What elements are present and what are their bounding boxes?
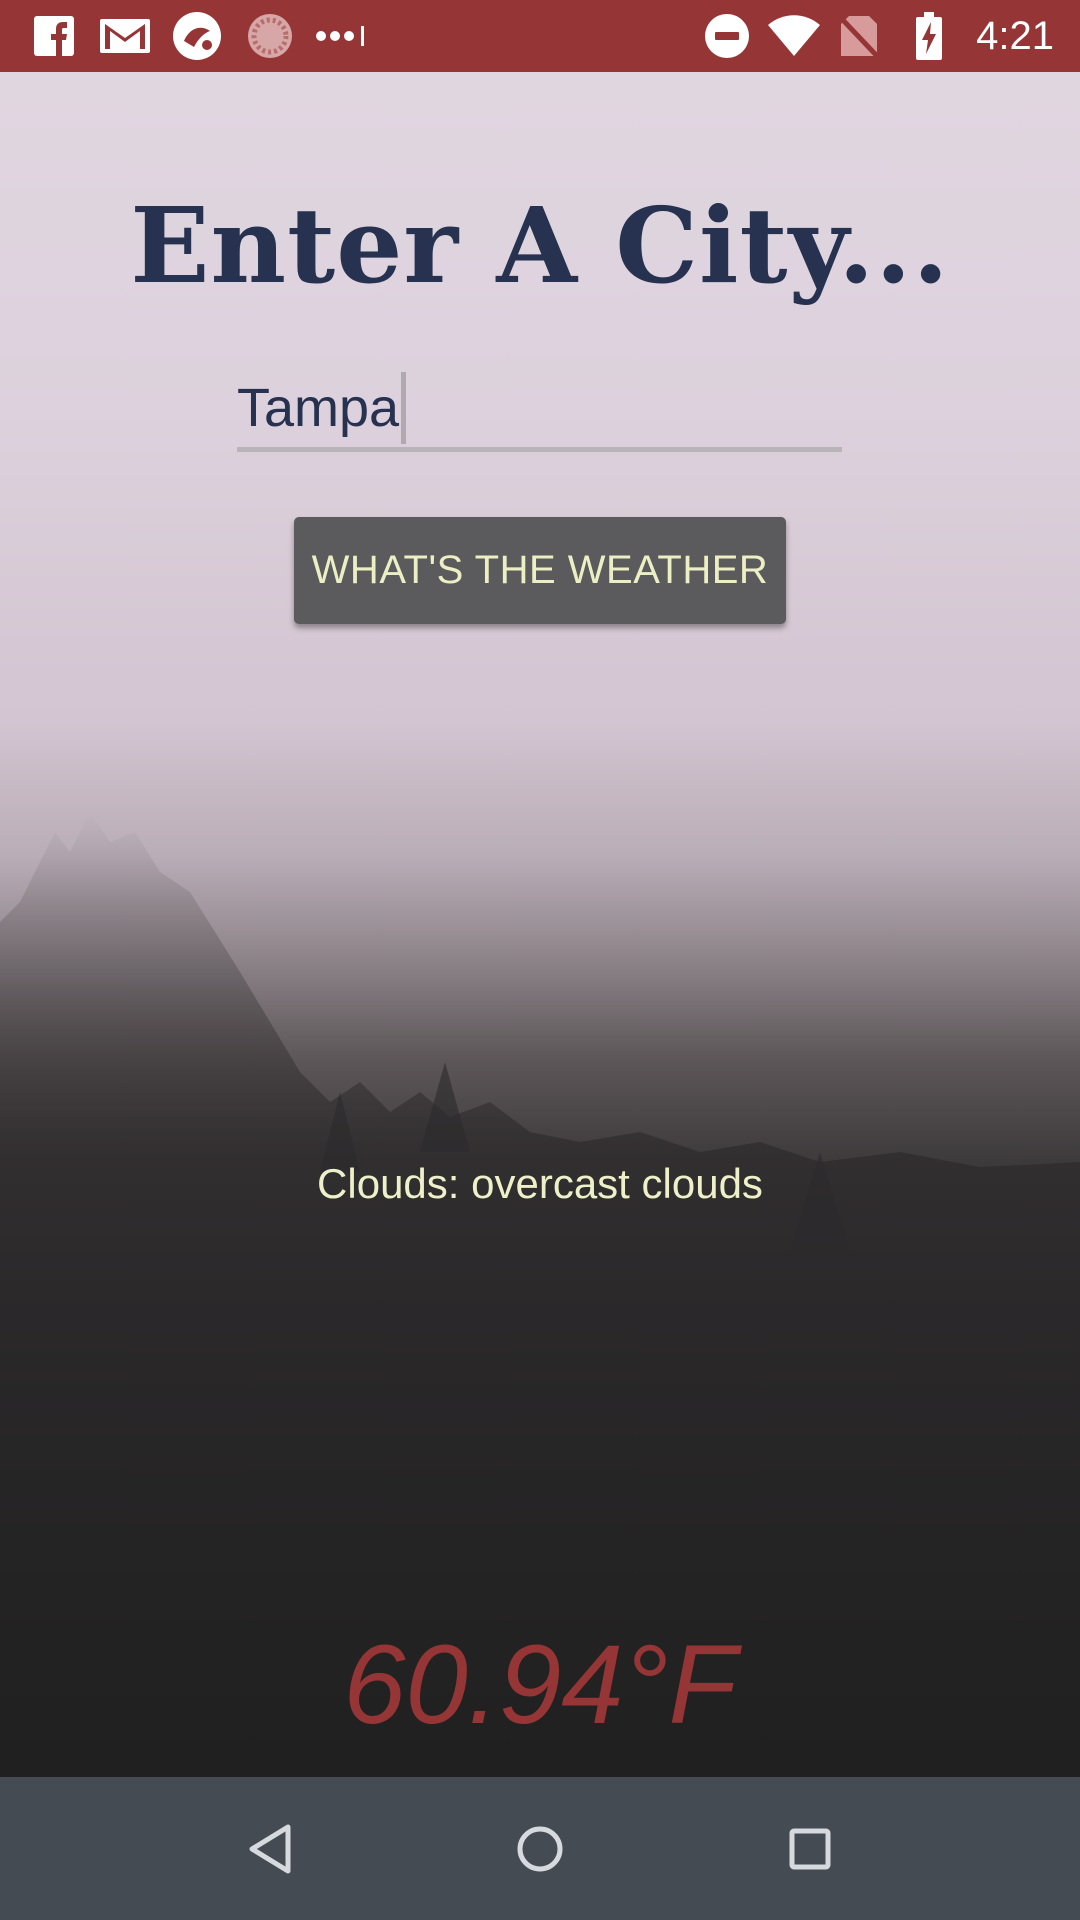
navigation-bar (0, 1777, 1080, 1920)
weather-description: Clouds: overcast clouds (317, 1160, 763, 1207)
home-button[interactable] (480, 1777, 600, 1920)
home-icon (517, 1826, 563, 1871)
weather-app: Enter A City... Tampa WHAT'S THE WEATHER… (0, 72, 1080, 1777)
gmail-icon (98, 0, 152, 72)
back-icon (249, 1824, 291, 1873)
status-time: 4:21 (976, 14, 1054, 58)
page-title: Enter A City... (130, 184, 950, 307)
do-not-disturb-icon (702, 0, 752, 72)
status-bar: 4:21 (0, 0, 1080, 72)
battery-charging-icon (910, 0, 948, 72)
facebook-icon (32, 0, 76, 72)
whats-the-weather-button[interactable]: WHAT'S THE WEATHER (294, 517, 786, 624)
more-icon (313, 0, 369, 72)
back-button[interactable] (210, 1777, 330, 1920)
recents-icon (789, 1828, 831, 1869)
app-icon (170, 0, 224, 72)
city-input[interactable]: Tampa (237, 372, 407, 444)
recents-button[interactable] (750, 1777, 870, 1920)
wifi-icon (766, 0, 822, 72)
forest-background (0, 812, 1080, 1777)
no-sim-icon (836, 0, 882, 72)
city-field[interactable]: Tampa (237, 372, 842, 452)
loading-icon (245, 0, 295, 72)
city-input-value: Tampa (237, 378, 400, 438)
temperature-value: 60.94°F (343, 1622, 737, 1747)
text-cursor (401, 372, 407, 444)
